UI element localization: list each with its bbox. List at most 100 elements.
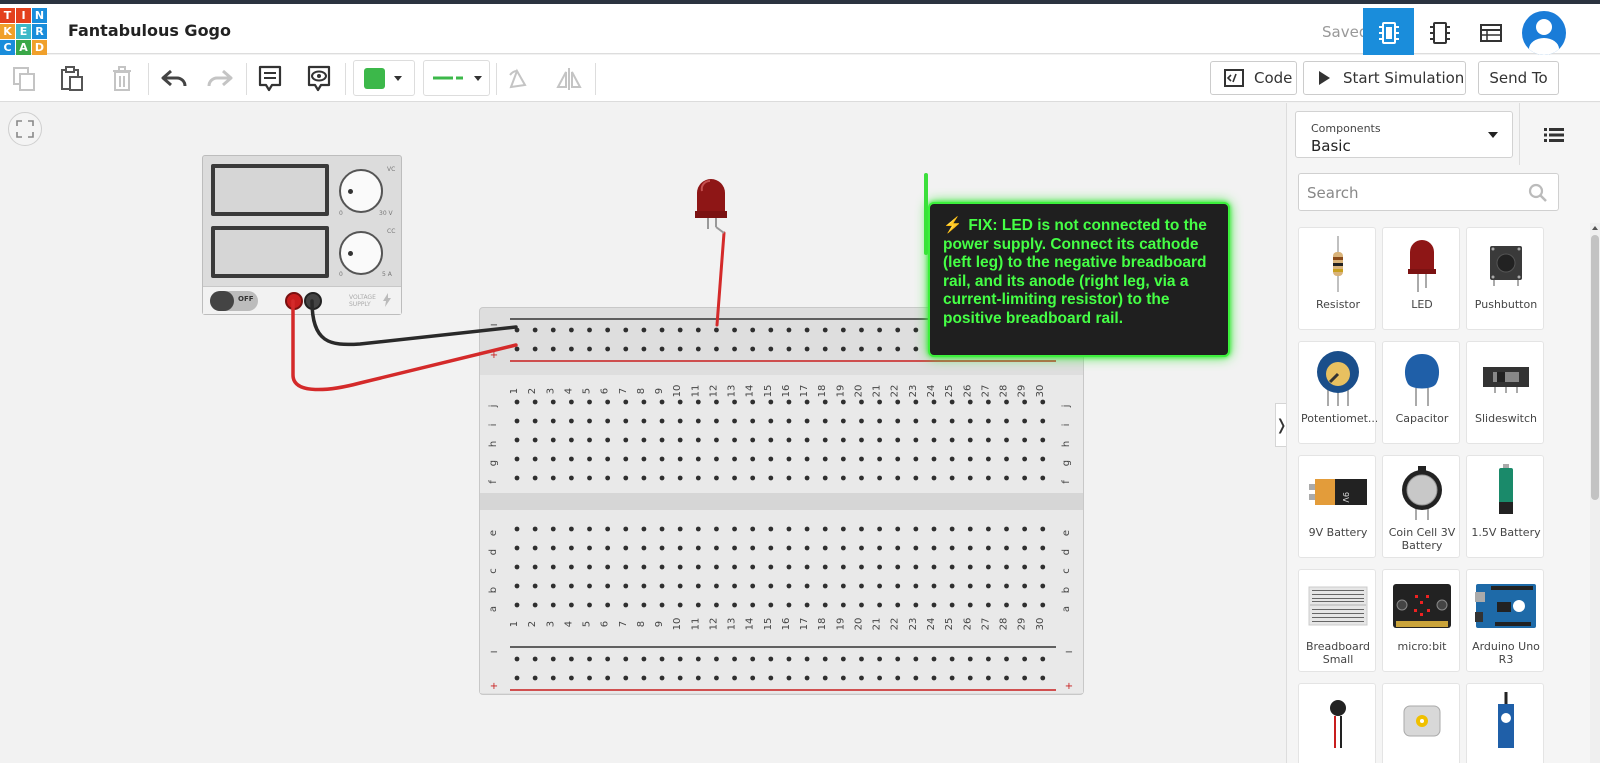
wire-type-dropdown[interactable] (423, 60, 490, 96)
component-card-label: micro:bit (1397, 640, 1447, 653)
paste-icon (61, 65, 83, 91)
toolbar-separator (246, 63, 247, 95)
note-icon (258, 65, 282, 91)
component-card-label: 1.5V Battery (1471, 526, 1541, 539)
component-card[interactable]: Pushbutton (1466, 227, 1544, 330)
user-icon (1529, 19, 1559, 55)
code-icon (1224, 69, 1244, 87)
component-card-label: Coin Cell 3V Battery (1388, 526, 1456, 552)
circuit-view-button[interactable] (1363, 8, 1414, 58)
trash-icon (113, 65, 131, 91)
undo-icon (161, 69, 187, 86)
list-view-button[interactable] (1521, 111, 1587, 158)
undo-button[interactable] (158, 55, 190, 102)
black-wire[interactable] (310, 299, 518, 347)
code-button[interactable]: Code (1210, 61, 1297, 95)
component-card-label: Resistor (1316, 298, 1360, 311)
red-wire[interactable] (291, 299, 518, 392)
toggle-notes-visibility-button[interactable] (303, 55, 335, 102)
user-avatar[interactable] (1522, 11, 1566, 55)
component-card[interactable] (1466, 683, 1544, 763)
send-to-label: Send To (1489, 69, 1548, 87)
component-card[interactable]: Breadboard Small (1298, 569, 1376, 672)
rotate-icon (509, 68, 527, 88)
save-status: Saved (1322, 23, 1369, 41)
logo-letter: N (32, 8, 47, 23)
logo-letter: T (0, 8, 15, 23)
component-card-label: Capacitor (1395, 412, 1449, 425)
paste-button[interactable] (56, 55, 88, 102)
tinkercad-logo[interactable]: TIN KER CAD (0, 8, 47, 55)
slideswitch-icon (1467, 348, 1545, 408)
tinkercad-app: TINKERCAD Fantabulous Gogo Saved Code St… (0, 0, 1600, 763)
scrollbar-thumb[interactable] (1591, 235, 1599, 500)
circuit-canvas[interactable]: VC CC 0 30 V 0 5 A OFF VOLTAGE SUPPLY − +… (0, 103, 1290, 763)
redo-button[interactable] (204, 55, 236, 102)
toolbar: Code Start Simulation Send To (0, 55, 1600, 102)
scroll-up-icon[interactable] (1590, 223, 1600, 233)
logo-letter: K (0, 24, 15, 39)
component-card[interactable]: Potentiomet... (1298, 341, 1377, 444)
component-card[interactable]: LED (1382, 227, 1460, 330)
component-card-label: LED (1411, 298, 1433, 311)
code-button-label: Code (1254, 69, 1293, 87)
coin-cell-icon (1383, 462, 1461, 522)
component-card[interactable] (1382, 683, 1460, 763)
rotate-button[interactable] (503, 55, 535, 102)
eye-note-icon (307, 65, 331, 91)
component-card-label: Potentiomet... (1301, 412, 1377, 425)
logo-letter: E (16, 24, 31, 39)
notes-button[interactable] (254, 55, 286, 102)
component-card[interactable] (1298, 683, 1376, 763)
component-search (1298, 173, 1559, 211)
component-card-label: Breadboard Small (1305, 640, 1371, 666)
fill-color-swatch (364, 67, 385, 89)
logo-letter: C (0, 40, 15, 55)
components-panel: Components Basic Resistor LED Pushbutton Po… (1286, 103, 1600, 763)
components-dropdown[interactable]: Components Basic (1295, 111, 1513, 158)
flip-button[interactable] (553, 55, 585, 102)
send-to-button[interactable]: Send To (1478, 61, 1559, 95)
battery-aa-icon (1467, 462, 1545, 522)
component-card[interactable]: Slideswitch (1466, 341, 1544, 444)
component-card[interactable]: Coin Cell 3V Battery (1382, 455, 1460, 558)
potentiometer-icon (1299, 348, 1377, 408)
component-card[interactable]: 1.5V Battery (1466, 455, 1544, 558)
delete-button[interactable] (106, 55, 138, 102)
start-simulation-label: Start Simulation (1343, 69, 1465, 87)
resistor-icon (1299, 234, 1377, 294)
flip-icon (556, 67, 582, 90)
components-dropdown-label: Components (1311, 122, 1381, 135)
component-list-button[interactable] (1465, 8, 1516, 58)
fill-color-dropdown[interactable] (353, 60, 415, 96)
start-simulation-button[interactable]: Start Simulation (1303, 61, 1466, 95)
circuit-view-icon (1378, 22, 1399, 44)
wire-style-icon (433, 76, 463, 80)
svg-text:9V: 9V (1341, 492, 1350, 503)
pushbutton-icon (1467, 234, 1545, 294)
dc-motor-icon (1383, 690, 1461, 750)
logo-letter: I (16, 8, 31, 23)
breadboard-icon (1299, 576, 1377, 636)
components-dropdown-value: Basic (1311, 137, 1351, 155)
search-icon (1528, 183, 1547, 202)
panel-scrollbar[interactable] (1590, 223, 1600, 763)
component-card-label: Slideswitch (1475, 412, 1537, 425)
component-card[interactable]: micro:bit (1382, 569, 1460, 672)
logo-letter: A (16, 40, 31, 55)
component-card[interactable]: Resistor (1298, 227, 1376, 330)
component-card[interactable]: 9V 9V Battery (1298, 455, 1376, 558)
led-red-wire[interactable] (715, 231, 726, 327)
toolbar-separator (496, 63, 497, 95)
component-card[interactable]: Capacitor (1382, 341, 1460, 444)
project-title[interactable]: Fantabulous Gogo (68, 21, 231, 40)
component-card-label: Arduino Uno R3 (1472, 640, 1540, 666)
component-card-label: 9V Battery (1308, 526, 1368, 539)
copy-button[interactable] (8, 55, 40, 102)
search-input[interactable] (1307, 182, 1517, 204)
panel-divider (1519, 103, 1520, 165)
chevron-down-icon (474, 75, 482, 81)
schematic-view-button[interactable] (1414, 8, 1465, 58)
led-component[interactable] (695, 179, 727, 234)
component-card[interactable]: Arduino Uno R3 (1466, 569, 1544, 672)
